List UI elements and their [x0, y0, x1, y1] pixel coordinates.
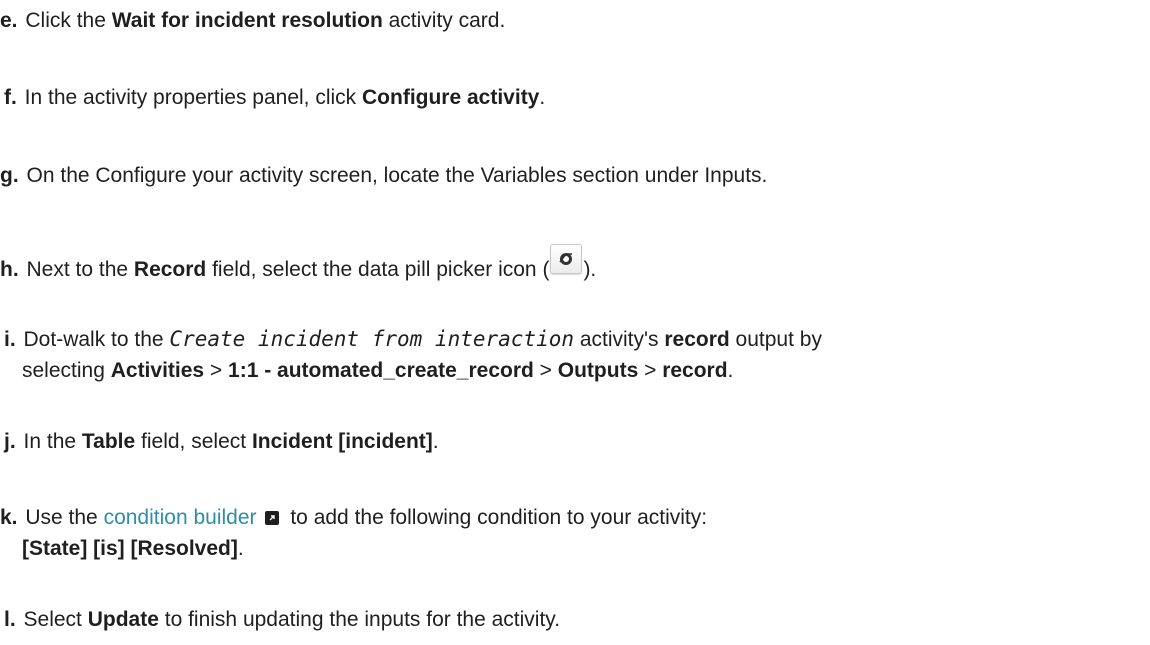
step-letter: i. — [4, 328, 16, 351]
instruction-list: e. Click the Wait for incident resolutio… — [0, 0, 1150, 645]
step-text: Next to the — [26, 258, 134, 281]
external-link-icon — [264, 511, 279, 525]
condition-builder-link[interactable]: condition builder — [104, 506, 257, 529]
step-letter: h. — [0, 258, 19, 281]
ui-term: Table — [81, 430, 136, 453]
ui-term: 1:1 - automated_create_record — [228, 359, 534, 382]
step-i: i. Dot-walk to the Create incident from … — [0, 324, 1140, 386]
step-l: l. Select Update to finish updating the … — [0, 604, 1140, 635]
step-text: selecting — [22, 359, 111, 382]
ui-term: record — [662, 359, 728, 382]
step-letter: l. — [4, 608, 16, 631]
step-continuation: selecting Activities > 1:1 - automated_c… — [0, 355, 1140, 386]
step-text: to finish updating the inputs for the ac… — [158, 608, 561, 631]
separator: > — [638, 359, 663, 382]
step-text: Use the — [25, 506, 104, 529]
separator: > — [533, 359, 558, 382]
step-text: . — [727, 359, 734, 382]
step-text: Click the — [25, 9, 112, 32]
step-letter: e. — [0, 9, 18, 32]
code-term: Create incident from interaction — [169, 327, 574, 351]
step-text: In the — [23, 430, 82, 453]
step-text: Dot-walk to the — [23, 328, 170, 351]
step-f: f. In the activity properties panel, cli… — [0, 82, 1140, 113]
step-text: ). — [583, 258, 597, 281]
step-continuation: [State] [is] [Resolved]. — [0, 533, 1140, 564]
step-text: field, select the data pill picker icon … — [206, 258, 550, 281]
step-j: j. In the Table field, select Incident [… — [0, 426, 1140, 457]
ui-term: Activities — [110, 359, 205, 382]
step-letter: f. — [4, 86, 17, 109]
step-text: activity's — [574, 328, 665, 351]
step-letter: g. — [0, 164, 19, 187]
step-e: e. Click the Wait for incident resolutio… — [0, 5, 1140, 36]
step-text: to add the following condition to your a… — [284, 506, 708, 529]
ui-term: Outputs — [557, 359, 639, 382]
step-text: output by — [729, 328, 822, 351]
ui-term: Update — [87, 608, 159, 631]
step-h: h. Next to the Record field, select the … — [0, 244, 1140, 285]
data-pill-picker-icon — [550, 244, 583, 274]
ui-term: Record — [133, 258, 207, 281]
step-letter: k. — [0, 506, 18, 529]
step-text: In the activity properties panel, click — [24, 86, 362, 109]
step-text: On the Configure your activity screen, l… — [26, 164, 768, 187]
ui-term: Configure activity — [362, 86, 540, 109]
step-text: field, select — [135, 430, 252, 453]
step-k: k. Use the condition builder to add the … — [0, 502, 1140, 564]
step-text: activity card. — [382, 9, 506, 32]
step-text: . — [539, 86, 546, 109]
step-text: Select — [23, 608, 88, 631]
ui-term: [State] [is] [Resolved] — [22, 537, 238, 560]
step-letter: j. — [4, 430, 16, 453]
separator: > — [204, 359, 229, 382]
ui-term: record — [664, 328, 730, 351]
step-g: g. On the Configure your activity screen… — [0, 160, 1140, 191]
ui-term: Incident [incident] — [251, 430, 433, 453]
ui-term: Wait for incident resolution — [111, 9, 383, 32]
step-text: . — [237, 537, 244, 560]
step-text: . — [432, 430, 439, 453]
